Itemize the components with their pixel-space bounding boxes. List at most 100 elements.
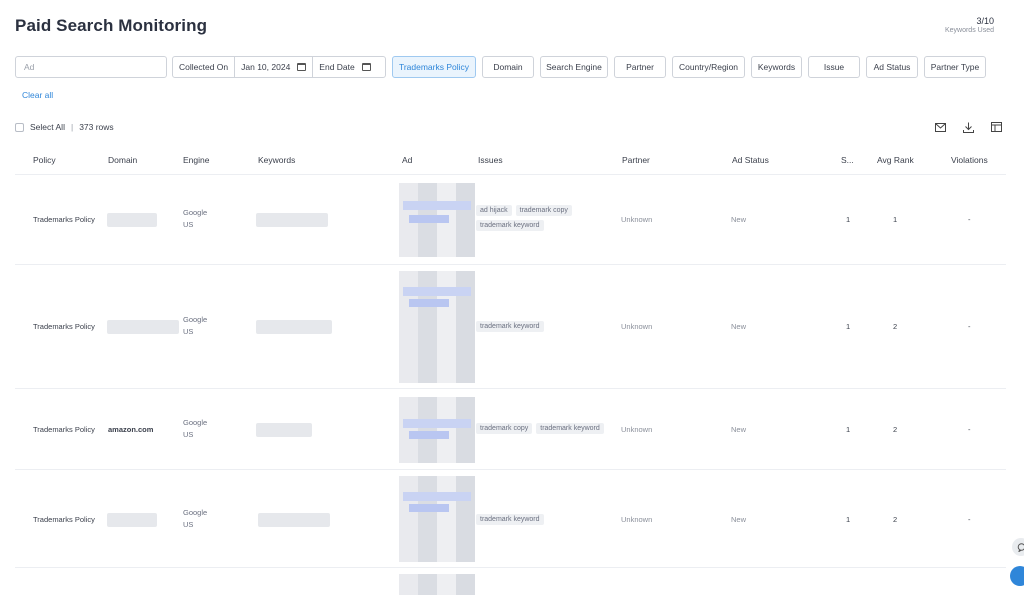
column-header-keywords[interactable]: Keywords <box>258 155 295 165</box>
issue-tag: trademark keyword <box>476 514 544 525</box>
violations-cell: - <box>968 425 971 434</box>
start-date-field[interactable]: Jan 10, 2024 <box>235 57 314 77</box>
partner-cell: Unknown <box>621 425 653 434</box>
select-all-label[interactable]: Select All <box>30 122 65 132</box>
column-header-s[interactable]: S... <box>841 155 854 165</box>
table-row[interactable]: Trademarks Policy Google US trademark ke… <box>15 265 1006 389</box>
ad-status-cell: New <box>731 425 747 434</box>
filter-trademarks-policy[interactable]: Trademarks Policy <box>392 56 476 78</box>
engine-cell: Google US <box>183 314 207 338</box>
calendar-icon[interactable] <box>297 63 307 71</box>
filter-issue[interactable]: Issue <box>808 56 860 78</box>
policy-cell: Trademarks Policy <box>33 322 95 331</box>
column-header-ad-status[interactable]: Ad Status <box>732 155 769 165</box>
filter-domain[interactable]: Domain <box>482 56 534 78</box>
violations-cell: - <box>968 515 971 524</box>
email-icon[interactable] <box>934 121 946 133</box>
ad-preview-band <box>403 492 471 501</box>
issues-cell: ad hijack trademark copy trademark keywo… <box>476 205 596 231</box>
columns-icon[interactable] <box>990 121 1002 133</box>
end-date-placeholder: End Date <box>319 62 355 72</box>
filter-ad-status[interactable]: Ad Status <box>866 56 918 78</box>
ad-status-cell: New <box>731 215 747 224</box>
violations-cell: - <box>968 322 971 331</box>
collected-on-label: Collected On <box>173 57 236 77</box>
partner-cell: Unknown <box>621 215 653 224</box>
ad-preview-band <box>409 299 449 307</box>
policy-cell: Trademarks Policy <box>33 215 95 224</box>
engine-name: Google <box>183 418 208 427</box>
select-all-checkbox[interactable] <box>15 122 24 132</box>
domain-redacted <box>107 320 179 334</box>
ad-preview-band <box>409 504 449 512</box>
engine-cell: Google US <box>183 507 207 531</box>
start-date-value: Jan 10, 2024 <box>241 62 291 72</box>
partner-cell: Unknown <box>621 515 653 524</box>
filter-country-region[interactable]: Country/Region <box>672 56 745 78</box>
ad-search-input[interactable]: Ad <box>15 56 167 78</box>
separator: | <box>70 122 74 132</box>
issue-tag: trademark copy <box>515 205 572 216</box>
filter-bar: Ad Collected On Jan 10, 2024 End Date Tr… <box>15 56 990 78</box>
clear-all-link[interactable]: Clear all <box>22 90 53 100</box>
keywords-redacted <box>256 213 328 227</box>
collected-on-date-range[interactable]: Collected On Jan 10, 2024 End Date <box>172 56 386 78</box>
domain-cell[interactable]: amazon.com <box>108 425 153 434</box>
keyword-usage: 3/10 Keywords Used <box>945 16 994 36</box>
filter-partner[interactable]: Partner <box>614 56 666 78</box>
avg-rank-cell: 1 <box>893 215 898 224</box>
engine-name: Google <box>183 208 208 217</box>
policy-cell: Trademarks Policy <box>33 425 95 434</box>
keywords-redacted <box>256 320 332 334</box>
filter-search-engine[interactable]: Search Engine <box>540 56 608 78</box>
download-icon[interactable] <box>962 121 974 133</box>
ad-preview-band <box>403 419 471 428</box>
column-header-ad[interactable]: Ad <box>402 155 412 165</box>
chat-icon[interactable] <box>1012 538 1024 556</box>
engine-region: US <box>183 327 194 336</box>
table-row[interactable]: Trademarks Policy Google US trademark ke… <box>15 470 1006 568</box>
column-header-avg-rank[interactable]: Avg Rank <box>877 155 914 165</box>
column-header-policy[interactable]: Policy <box>33 155 56 165</box>
issue-tag: ad hijack <box>476 205 512 216</box>
issues-cell: trademark keyword <box>476 321 596 332</box>
page-title: Paid Search Monitoring <box>15 16 208 35</box>
engine-name: Google <box>183 315 208 324</box>
help-button[interactable] <box>1010 566 1024 586</box>
column-header-domain[interactable]: Domain <box>108 155 137 165</box>
table-row[interactable]: Trademarks Policy amazon.com Google US t… <box>15 389 1006 470</box>
violations-cell: - <box>968 215 971 224</box>
issue-tag: trademark keyword <box>476 321 544 332</box>
s-cell: 1 <box>846 425 851 434</box>
ad-preview-band <box>403 287 471 296</box>
column-header-issues[interactable]: Issues <box>478 155 503 165</box>
engine-region: US <box>183 430 194 439</box>
row-count: 373 rows <box>79 122 114 132</box>
issues-cell: trademark copy trademark keyword <box>476 423 616 434</box>
engine-name: Google <box>183 508 208 517</box>
ad-preview-band <box>409 431 449 439</box>
column-header-engine[interactable]: Engine <box>183 155 209 165</box>
policy-cell: Trademarks Policy <box>33 515 95 524</box>
calendar-icon[interactable] <box>361 63 371 71</box>
issue-tag: trademark keyword <box>536 423 604 434</box>
ad-preview-image[interactable] <box>399 397 475 463</box>
ad-preview-image[interactable] <box>399 271 475 383</box>
avg-rank-cell: 2 <box>893 515 898 524</box>
filter-keywords[interactable]: Keywords <box>751 56 802 78</box>
ad-preview-band <box>403 201 471 210</box>
partner-cell: Unknown <box>621 322 653 331</box>
ad-preview-image[interactable] <box>399 183 475 257</box>
filter-partner-type[interactable]: Partner Type <box>924 56 986 78</box>
ad-preview-band <box>409 215 449 223</box>
ad-preview-image[interactable] <box>399 574 475 595</box>
ad-preview-image[interactable] <box>399 476 475 562</box>
table-row[interactable]: Trademarks Policy Google US ad hijack tr… <box>15 175 1006 265</box>
ad-status-cell: New <box>731 322 747 331</box>
keywords-redacted <box>258 513 330 527</box>
domain-redacted <box>107 213 157 227</box>
end-date-field[interactable]: End Date <box>313 57 376 77</box>
issues-cell: trademark keyword <box>476 514 596 525</box>
column-header-violations[interactable]: Violations <box>951 155 988 165</box>
column-header-partner[interactable]: Partner <box>622 155 650 165</box>
